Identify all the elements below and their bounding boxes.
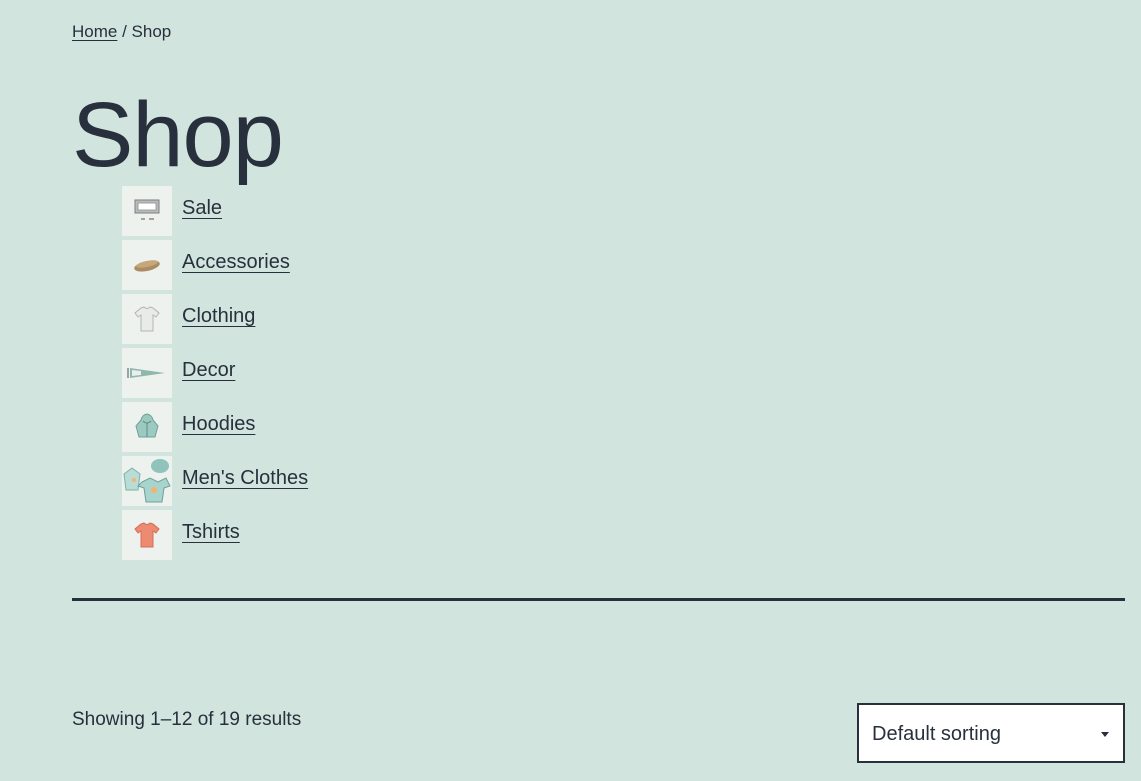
belt-icon[interactable] bbox=[122, 240, 172, 290]
breadcrumb: Home / Shop bbox=[72, 21, 171, 43]
category-link-tshirts[interactable]: Tshirts bbox=[182, 521, 240, 544]
category-item-mens-clothes: Men's Clothes bbox=[122, 456, 308, 510]
category-item-accessories: Accessories bbox=[122, 240, 308, 294]
category-item-hoodies: Hoodies bbox=[122, 402, 308, 456]
hoodie-icon[interactable] bbox=[122, 402, 172, 452]
category-link-hoodies[interactable]: Hoodies bbox=[182, 413, 255, 436]
category-link-decor[interactable]: Decor bbox=[182, 359, 235, 382]
breadcrumb-separator: / bbox=[117, 22, 132, 41]
category-item-decor: Decor bbox=[122, 348, 308, 402]
category-link-accessories[interactable]: Accessories bbox=[182, 251, 290, 274]
breadcrumb-home-link[interactable]: Home bbox=[72, 22, 117, 41]
chevron-down-icon bbox=[1101, 732, 1109, 737]
sorting-selected-value: Default sorting bbox=[872, 723, 1001, 745]
breadcrumb-current: Shop bbox=[131, 22, 172, 41]
result-count: Showing 1–12 of 19 results bbox=[72, 709, 302, 730]
tshirt-icon[interactable] bbox=[122, 294, 172, 344]
tshirt-icon[interactable] bbox=[122, 510, 172, 560]
pennant-icon[interactable] bbox=[122, 348, 172, 398]
category-link-sale[interactable]: Sale bbox=[182, 197, 222, 220]
clothes-set-icon[interactable] bbox=[122, 456, 172, 506]
category-link-mens-clothes[interactable]: Men's Clothes bbox=[182, 467, 308, 490]
category-item-clothing: Clothing bbox=[122, 294, 308, 348]
woo-sign-icon[interactable] bbox=[122, 186, 172, 236]
category-item-tshirts: Tshirts bbox=[122, 510, 308, 564]
category-link-clothing[interactable]: Clothing bbox=[182, 305, 255, 328]
category-list: Sale Accessories Clothing Decor Hoodies … bbox=[122, 186, 308, 564]
category-item-sale: Sale bbox=[122, 186, 308, 240]
page-title: Shop bbox=[72, 84, 284, 186]
sorting-select[interactable]: Default sorting bbox=[857, 703, 1125, 763]
section-divider bbox=[72, 598, 1125, 601]
